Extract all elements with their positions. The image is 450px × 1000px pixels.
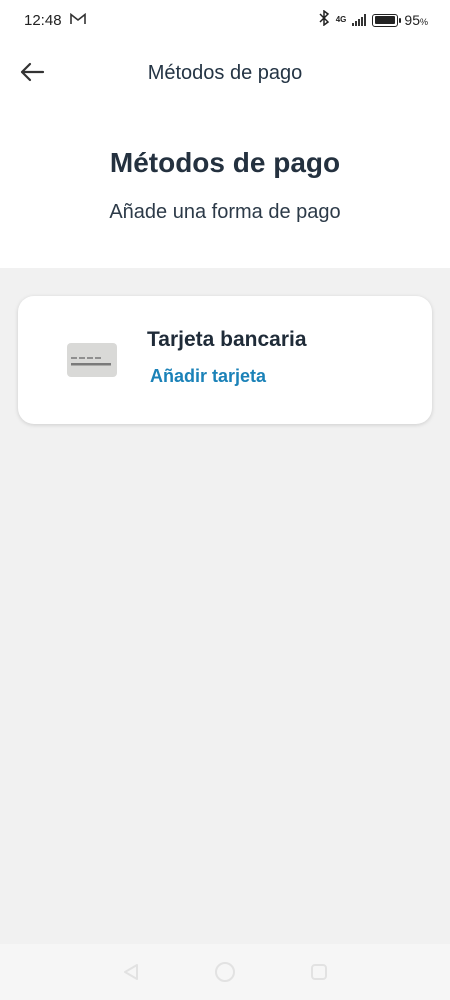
back-button[interactable]: [14, 54, 50, 90]
app-bar-title: Métodos de pago: [147, 61, 303, 84]
network-type: 4G: [335, 15, 347, 24]
square-recents-icon: [311, 964, 327, 980]
nav-recents-button[interactable]: [307, 960, 331, 984]
system-nav-bar: [0, 944, 450, 1000]
nav-back-button[interactable]: [119, 960, 143, 984]
add-card-link[interactable]: Añadir tarjeta: [150, 366, 266, 387]
signal-icon: [352, 14, 367, 26]
arrow-left-icon: [20, 62, 45, 82]
credit-card-icon: [67, 343, 117, 377]
battery-percent: 95%: [404, 12, 428, 28]
page-header: Métodos de pago Añade una forma de pago: [0, 106, 450, 268]
payment-method-title: Tarjeta bancaria: [147, 328, 307, 351]
triangle-back-icon: [124, 964, 138, 980]
payment-method-card[interactable]: Tarjeta bancaria Añadir tarjeta: [18, 296, 432, 424]
app-bar: Métodos de pago: [0, 40, 450, 106]
status-right: 4G 95%: [318, 9, 428, 30]
battery-icon: [372, 13, 402, 27]
status-bar: 12:48 4G 95%: [0, 0, 450, 40]
battery-fill: [374, 16, 395, 24]
page-title: Métodos de pago: [109, 147, 341, 178]
gmail-icon: [69, 12, 86, 29]
nav-home-button[interactable]: [213, 960, 237, 984]
status-left: 12:48: [24, 12, 86, 29]
circle-home-icon: [215, 962, 235, 982]
bluetooth-icon: [318, 9, 330, 30]
status-time: 12:48: [24, 11, 62, 29]
page-subtitle: Añade una forma de pago: [109, 201, 341, 223]
